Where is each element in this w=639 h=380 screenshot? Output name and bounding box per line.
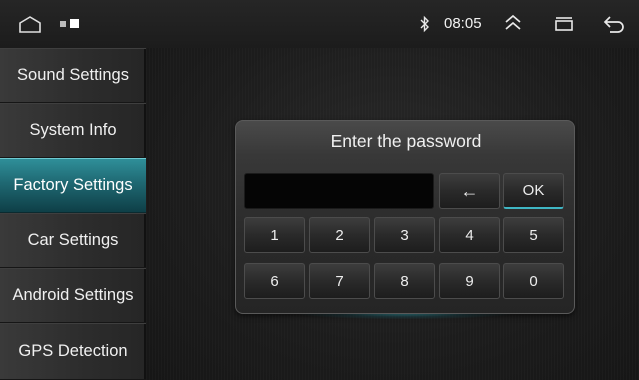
sidebar-item-label: Sound Settings [17,66,129,84]
password-input[interactable] [244,173,434,209]
bluetooth-icon [420,15,429,33]
key-label: 5 [529,226,538,244]
key-label: 2 [335,226,344,244]
sidebar-item-label: System Info [29,121,117,139]
clock: 08:05 [444,15,482,32]
backspace-button[interactable]: ← [439,173,500,209]
sidebar-item-label: Factory Settings [13,176,133,194]
key-0[interactable]: 0 [503,263,564,299]
key-6[interactable]: 6 [244,263,305,299]
sidebar-item-sound-settings[interactable]: Sound Settings [0,48,146,103]
sidebar-item-label: Car Settings [27,231,119,249]
key-1[interactable]: 1 [244,217,305,253]
key-label: 9 [465,272,474,290]
key-8[interactable]: 8 [374,263,435,299]
sidebar-item-factory-settings[interactable]: Factory Settings [0,158,146,213]
key-label: 4 [465,226,474,244]
dialog-title: Enter the password [330,131,482,151]
sidebar-item-label: GPS Detection [18,342,128,360]
double-chevron-up-icon[interactable] [503,13,523,33]
notification-icon [70,19,79,28]
settings-sidebar: Sound Settings System Info Factory Setti… [0,48,146,380]
status-bar: 08:05 [0,0,639,48]
notification-icon-small [60,21,66,27]
home-icon[interactable] [18,15,42,34]
key-label: 0 [529,272,538,290]
key-2[interactable]: 2 [309,217,370,253]
key-label: 8 [400,272,409,290]
sidebar-item-android-settings[interactable]: Android Settings [0,268,146,323]
ok-button[interactable]: OK [503,173,564,209]
sidebar-item-system-info[interactable]: System Info [0,103,146,158]
recent-apps-icon[interactable] [553,15,575,33]
key-label: 3 [400,226,409,244]
key-5[interactable]: 5 [503,217,564,253]
password-dialog: Enter the password ← OK 1 2 3 4 5 6 7 8 … [235,120,575,314]
sidebar-item-label: Android Settings [12,286,134,304]
key-label: 1 [270,226,279,244]
key-label: 6 [270,272,279,290]
key-9[interactable]: 9 [439,263,500,299]
back-icon[interactable] [602,14,626,34]
sidebar-item-gps-detection[interactable]: GPS Detection [0,323,146,380]
key-label: 7 [335,272,344,290]
left-arrow-icon: ← [460,180,479,201]
key-7[interactable]: 7 [309,263,370,299]
key-4[interactable]: 4 [439,217,500,253]
sidebar-item-car-settings[interactable]: Car Settings [0,213,146,268]
key-3[interactable]: 3 [374,217,435,253]
ok-button-label: OK [522,182,545,199]
